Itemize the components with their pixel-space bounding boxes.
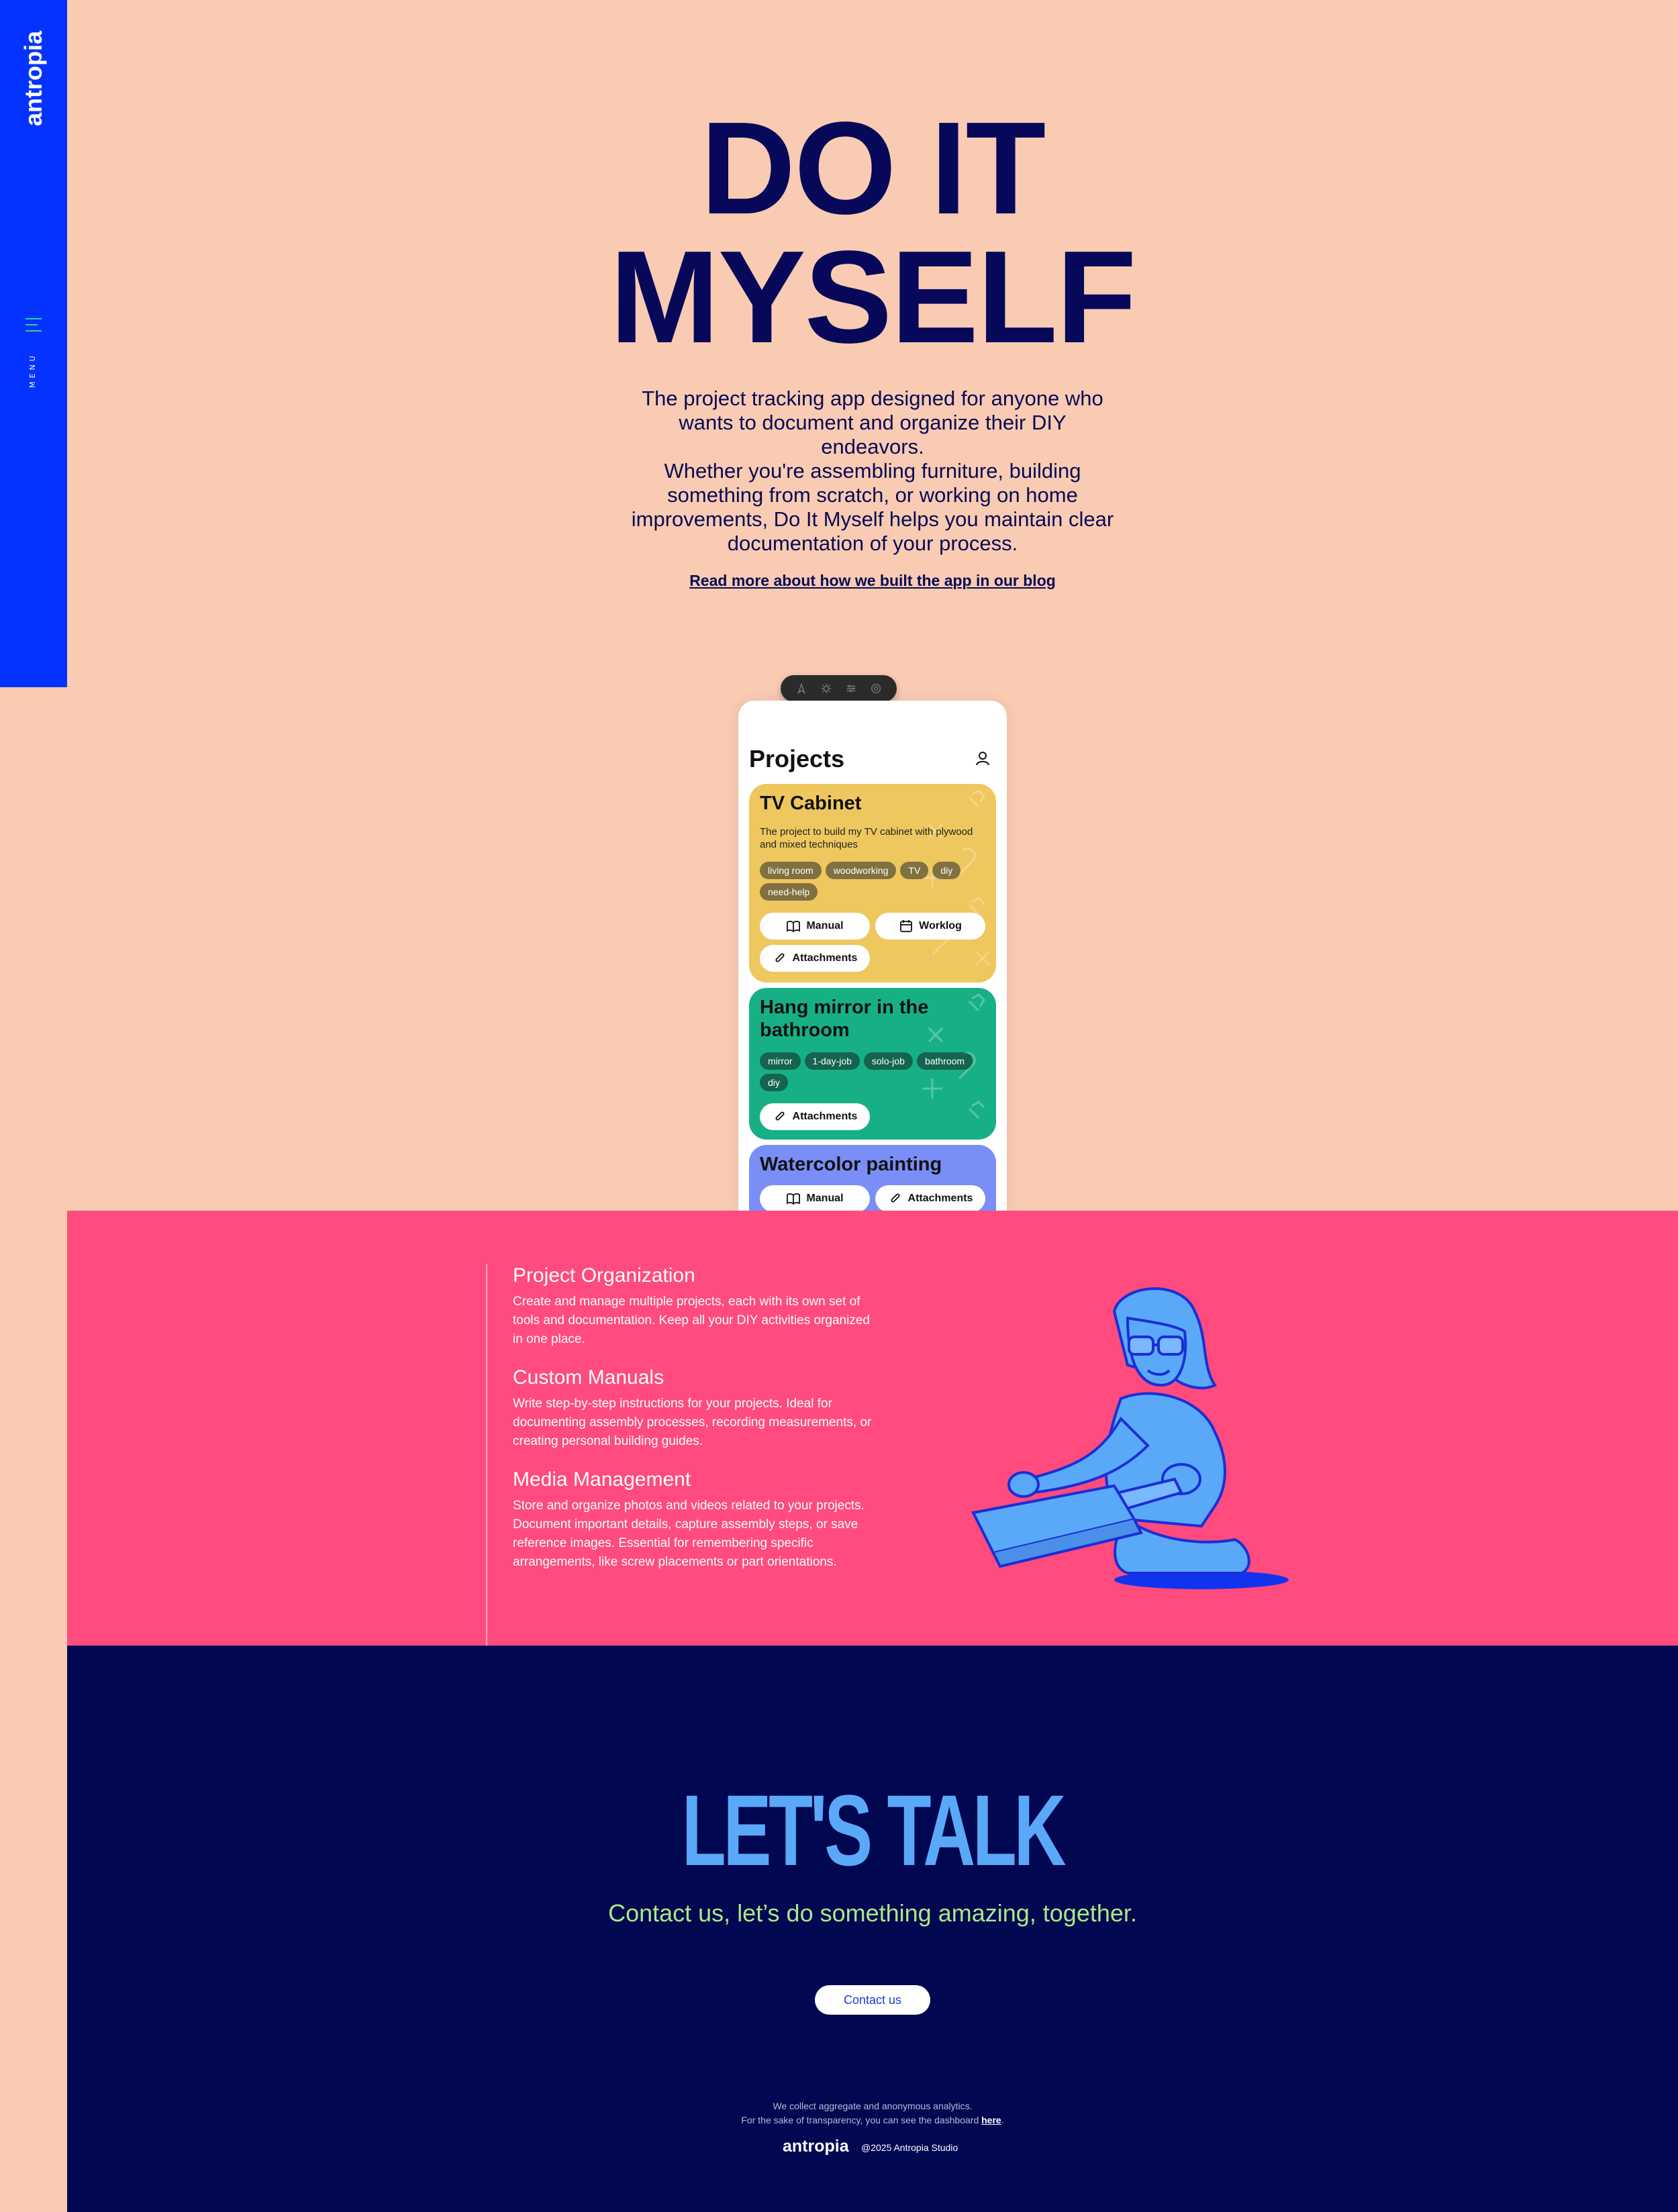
hero-intro: The project tracking app designed for an… bbox=[642, 387, 1103, 458]
lets-talk-heading: LET'S TALK bbox=[681, 1774, 1067, 1887]
sidebar: antropia MENU bbox=[0, 0, 67, 687]
contact-us-button[interactable]: Contact us bbox=[815, 1985, 930, 2015]
attachments-button[interactable]: Attachments bbox=[875, 1185, 985, 1211]
manual-button[interactable]: Manual bbox=[760, 1185, 870, 1211]
calendar-icon bbox=[900, 920, 913, 932]
tag[interactable]: woodworking bbox=[825, 862, 897, 879]
contact-subtitle: Contact us, let’s do something amazing, … bbox=[608, 1899, 1137, 1927]
tag[interactable]: need-help bbox=[760, 883, 818, 901]
copyright: @2025 Antropia Studio bbox=[861, 2142, 958, 2153]
footer-logo[interactable]: antropia bbox=[783, 2137, 849, 2156]
tag[interactable]: diy bbox=[932, 862, 961, 879]
tag[interactable]: solo-job bbox=[863, 1052, 913, 1070]
tag-list: living room woodworking TV diy need-help bbox=[760, 862, 988, 901]
manual-label: Manual bbox=[806, 1193, 844, 1204]
manual-label: Manual bbox=[806, 920, 844, 932]
analytics-notice: We collect aggregate and anonymous analy… bbox=[537, 2099, 1208, 2127]
feature-project-organization: Project Organization Create and manage m… bbox=[513, 1263, 875, 1349]
hero-description: Whether you're assembling furniture, bui… bbox=[631, 459, 1114, 555]
feature-text: Store and organize photos and videos rel… bbox=[513, 1499, 865, 1569]
woman-sawing-illustration bbox=[971, 1287, 1289, 1589]
feature-text: Write step-by-step instructions for your… bbox=[513, 1397, 872, 1448]
hero-title-line1: DO IT bbox=[700, 95, 1046, 242]
card-title: Watercolor painting bbox=[760, 1154, 942, 1175]
feature-custom-manuals: Custom Manuals Write step-by-step instru… bbox=[513, 1365, 875, 1451]
worklog-label: Worklog bbox=[919, 920, 962, 932]
dev-toolbar bbox=[781, 675, 897, 702]
tag[interactable]: 1-day-job bbox=[804, 1052, 860, 1070]
tag[interactable]: TV bbox=[900, 862, 929, 879]
feature-media-management: Media Management Store and organize phot… bbox=[513, 1467, 875, 1572]
user-icon[interactable] bbox=[973, 749, 992, 768]
card-title: TV Cabinet bbox=[760, 793, 862, 814]
contact-section: LET'S TALK Contact us, let’s do somethin… bbox=[67, 1646, 1678, 2212]
project-card-watercolor[interactable]: Watercolor painting Manual Attachments bbox=[749, 1145, 996, 1211]
menu-label: MENU bbox=[28, 352, 37, 388]
worklog-button[interactable]: Worklog bbox=[875, 913, 985, 940]
antropia-logo[interactable]: antropia bbox=[15, 26, 52, 133]
logo-text: antropia bbox=[19, 30, 47, 126]
phone-mockup: Projects TV Cabinet The project to build… bbox=[738, 701, 1007, 1211]
tag[interactable]: living room bbox=[760, 862, 822, 879]
feature-title: Project Organization bbox=[513, 1264, 695, 1287]
tag[interactable]: bathroom bbox=[916, 1052, 973, 1070]
cursor-icon[interactable] bbox=[795, 682, 808, 695]
attachments-label: Attachments bbox=[792, 952, 858, 964]
manual-button[interactable]: Manual bbox=[760, 913, 870, 940]
sliders-icon[interactable] bbox=[844, 682, 858, 695]
hero-title-line2: MYSELF bbox=[609, 223, 1137, 370]
paperclip-icon bbox=[775, 1111, 785, 1121]
feature-title: Custom Manuals bbox=[513, 1366, 664, 1389]
card-description: The project to build my TV cabinet with … bbox=[760, 826, 973, 850]
paperclip-icon bbox=[775, 953, 785, 962]
project-card-hang-mirror[interactable]: Hang mirror in the bathroom mirror 1-day… bbox=[749, 988, 996, 1140]
feature-title: Media Management bbox=[513, 1468, 691, 1491]
projects-title: Projects bbox=[749, 745, 845, 772]
tag[interactable]: mirror bbox=[760, 1052, 801, 1070]
book-icon bbox=[787, 921, 801, 933]
hero-title: DO IT MYSELF bbox=[67, 95, 1678, 370]
settings-icon[interactable] bbox=[820, 682, 833, 695]
project-card-tv-cabinet[interactable]: TV Cabinet The project to build my TV ca… bbox=[749, 784, 996, 983]
paperclip-icon bbox=[891, 1193, 900, 1203]
hamburger-icon bbox=[26, 318, 42, 336]
tag-list: mirror 1-day-job solo-job bathroom diy bbox=[760, 1052, 988, 1091]
book-icon bbox=[787, 1193, 801, 1205]
attachments-label: Attachments bbox=[792, 1111, 858, 1122]
blog-link[interactable]: Read more about how we built the app in … bbox=[631, 572, 1114, 590]
features-section: Project Organization Create and manage m… bbox=[67, 1211, 1678, 1646]
tag[interactable]: diy bbox=[760, 1074, 788, 1091]
card-title: Hang mirror in the bathroom bbox=[760, 997, 929, 1041]
menu-button[interactable]: MENU bbox=[20, 314, 47, 401]
analytics-line2: For the sake of transparency, you can se… bbox=[741, 2115, 1004, 2125]
analytics-line1: We collect aggregate and anonymous analy… bbox=[773, 2101, 973, 2111]
target-icon[interactable] bbox=[869, 682, 883, 695]
divider-line bbox=[486, 1264, 487, 1646]
attachments-button[interactable]: Attachments bbox=[760, 1103, 870, 1130]
dashboard-link[interactable]: here bbox=[981, 2115, 1001, 2125]
attachments-label: Attachments bbox=[907, 1193, 973, 1204]
attachments-button[interactable]: Attachments bbox=[760, 945, 870, 972]
feature-text: Create and manage multiple projects, eac… bbox=[513, 1295, 870, 1346]
